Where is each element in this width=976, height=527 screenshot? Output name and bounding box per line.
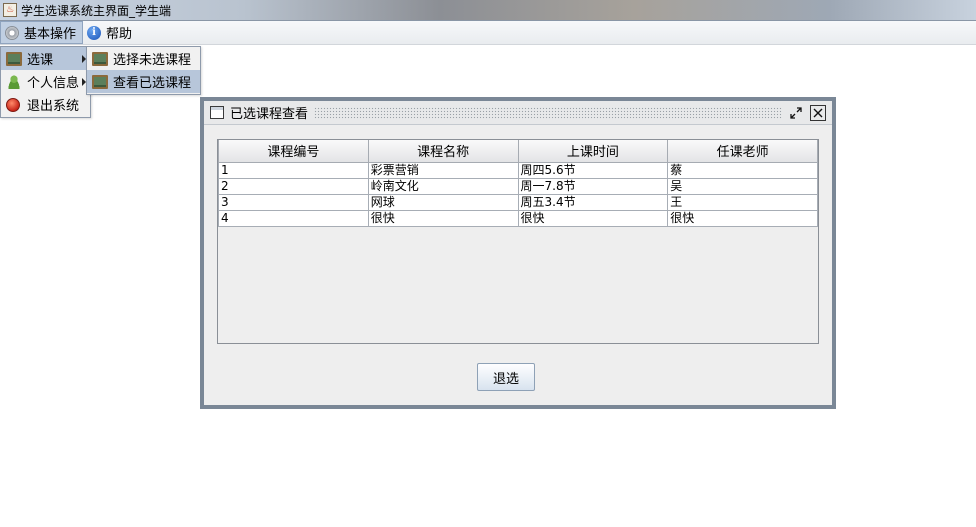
board-icon bbox=[6, 51, 22, 66]
menu-item-exit-system[interactable]: 退出系统 bbox=[1, 93, 90, 116]
menu-item-select-course[interactable]: 选课 bbox=[1, 47, 90, 70]
select-course-submenu: 选择未选课程 查看已选课程 bbox=[86, 46, 201, 95]
menu-item-personal-info[interactable]: 个人信息 bbox=[1, 70, 90, 93]
menu-item-choose-unselected-courses[interactable]: 选择未选课程 bbox=[87, 47, 200, 70]
selected-courses-frame: 已选课程查看 课程编号 课程名称 上课时间 任课老师 1 彩票营销 周四5.6节… bbox=[200, 97, 836, 409]
table-cell[interactable]: 很快 bbox=[517, 209, 669, 227]
frame-title: 已选课程查看 bbox=[230, 107, 309, 122]
table-cell[interactable]: 周四5.6节 bbox=[517, 161, 669, 179]
menu-item-label: 个人信息 bbox=[27, 76, 80, 91]
person-icon bbox=[6, 74, 22, 89]
board-icon bbox=[92, 51, 108, 66]
column-header[interactable]: 任课老师 bbox=[667, 140, 818, 163]
info-icon: i bbox=[87, 25, 102, 40]
table-cell[interactable]: 彩票营销 bbox=[367, 161, 519, 179]
exit-icon bbox=[6, 97, 20, 112]
column-header[interactable]: 课程编号 bbox=[218, 140, 369, 163]
title-bar-grip bbox=[314, 106, 782, 119]
column-header[interactable]: 课程名称 bbox=[367, 140, 519, 163]
table-row[interactable]: 4 很快 很快 很快 bbox=[218, 209, 818, 227]
column-header[interactable]: 上课时间 bbox=[517, 140, 669, 163]
table-cell[interactable]: 网球 bbox=[367, 193, 519, 211]
table-cell[interactable]: 2 bbox=[218, 177, 369, 195]
table-cell[interactable]: 岭南文化 bbox=[367, 177, 519, 195]
window-icon bbox=[210, 106, 224, 119]
menu-item-label: 查看已选课程 bbox=[113, 76, 192, 91]
table-cell[interactable]: 周一7.8节 bbox=[517, 177, 669, 195]
board-icon bbox=[92, 74, 108, 89]
menu-bar: 基本操作 i 帮助 bbox=[0, 21, 976, 45]
menu-item-label: 选择未选课程 bbox=[113, 53, 192, 68]
table-row[interactable]: 2 岭南文化 周一7.8节 吴 bbox=[218, 177, 818, 195]
restore-icon[interactable] bbox=[788, 105, 804, 121]
table-cell[interactable]: 周五3.4节 bbox=[517, 193, 669, 211]
table-cell[interactable]: 吴 bbox=[667, 177, 818, 195]
frame-title-bar[interactable]: 已选课程查看 bbox=[204, 101, 832, 125]
menu-basic-operations-label: 基本操作 bbox=[24, 27, 77, 42]
menu-item-label: 选课 bbox=[27, 53, 54, 68]
basic-operations-menu: 选课 个人信息 退出系统 bbox=[0, 46, 91, 118]
table-cell[interactable]: 1 bbox=[218, 161, 369, 179]
table-cell[interactable]: 王 bbox=[667, 193, 818, 211]
table-cell[interactable]: 蔡 bbox=[667, 161, 818, 179]
close-icon[interactable] bbox=[810, 104, 826, 121]
table-row[interactable]: 1 彩票营销 周四5.6节 蔡 bbox=[218, 161, 818, 179]
drop-course-button[interactable]: 退选 bbox=[477, 363, 535, 391]
table-header-row: 课程编号 课程名称 上课时间 任课老师 bbox=[218, 140, 818, 163]
table-cell[interactable]: 4 bbox=[218, 209, 369, 227]
courses-table-scrollpane[interactable]: 课程编号 课程名称 上课时间 任课老师 1 彩票营销 周四5.6节 蔡 2 岭南… bbox=[217, 139, 819, 344]
table-cell[interactable]: 很快 bbox=[667, 209, 818, 227]
menu-help-label: 帮助 bbox=[106, 27, 133, 42]
gear-icon bbox=[5, 25, 19, 40]
courses-table: 课程编号 课程名称 上课时间 任课老师 1 彩票营销 周四5.6节 蔡 2 岭南… bbox=[218, 140, 818, 227]
window-title: 学生选课系统主界面_学生端 bbox=[21, 3, 172, 18]
window-title-bar: ♨ 学生选课系统主界面_学生端 bbox=[0, 0, 976, 21]
menu-item-label: 退出系统 bbox=[27, 99, 80, 114]
java-app-icon: ♨ bbox=[3, 3, 17, 17]
menu-help[interactable]: i 帮助 bbox=[83, 21, 138, 44]
table-row[interactable]: 3 网球 周五3.4节 王 bbox=[218, 193, 818, 211]
menu-basic-operations[interactable]: 基本操作 bbox=[0, 21, 84, 44]
table-cell[interactable]: 很快 bbox=[367, 209, 519, 227]
menu-item-view-selected-courses[interactable]: 查看已选课程 bbox=[87, 70, 200, 93]
table-cell[interactable]: 3 bbox=[218, 193, 369, 211]
